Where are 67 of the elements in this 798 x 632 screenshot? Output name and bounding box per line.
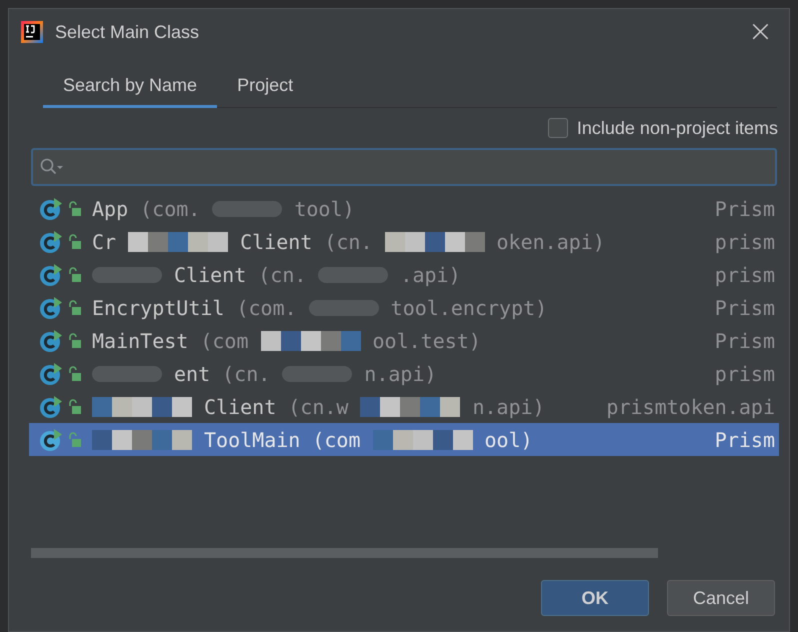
package-name: (com [200,328,248,352]
package-name: (com. [140,196,200,220]
package-name: (cn. [324,230,373,254]
module-name: Prism [714,328,776,352]
list-item[interactable]: ent (cn. n.api) prism [29,357,779,390]
close-button[interactable]: × [744,17,777,47]
blurred-redaction [282,366,352,382]
window-title: Select Main Class [55,22,200,42]
module-name: prismtoken.api [606,394,776,418]
class-name: Client [240,230,312,254]
search-icon [39,157,65,177]
package-name: .api) [400,262,461,286]
app-logo-icon [21,21,43,43]
search-field[interactable] [31,148,777,186]
checkbox[interactable] [548,118,568,138]
list-item[interactable]: Client (cn.w n.api) prismtoken.api [29,390,779,423]
list-item[interactable]: ToolMain (com ool) Prism [29,423,779,456]
lock-icon [68,234,82,250]
package-name: n.api) [472,394,545,418]
package-name: ool.test) [372,328,481,352]
lock-icon [68,432,82,448]
package-name: n.api) [364,362,437,386]
blurred-redaction [92,366,162,382]
blurred-redaction [212,200,282,216]
lock-icon [68,398,82,414]
list-item[interactable]: Client (cn. .api) prism [29,258,779,291]
blurred-redaction [92,266,162,282]
checkbox-label: Include non-project items [576,118,778,138]
blurred-redaction [308,300,379,316]
class-name: App [92,196,128,220]
package-name: (cn.w [288,394,348,418]
module-name: Prism [714,296,776,320]
module-name: Prism [714,428,776,452]
package-name: tool) [294,196,355,220]
package-name: (cn. [258,262,306,286]
lock-icon [68,366,82,382]
class-name: EncryptUtil [92,296,224,320]
list-item[interactable]: EncryptUtil (com. tool.encrypt) Prism [29,291,779,324]
blurred-redaction [318,266,388,282]
package-name: tool.encrypt) [390,296,548,320]
module-name: prism [714,262,776,286]
package-name: (cn. [222,362,270,386]
list-item[interactable]: Cr Client (cn. oken.api) prism [29,225,779,258]
tab[interactable]: Project [217,67,314,108]
tab[interactable]: Search by Name [43,67,218,108]
class-name: ToolMain [204,428,300,452]
package-name: (com. [236,296,297,320]
list-item[interactable]: MainTest (com ool.test) Prism [29,324,779,357]
cancel-button[interactable]: Cancel [667,580,775,616]
lock-icon [68,332,82,348]
class-name: Cr [92,230,116,254]
class-name: MainTest [92,328,188,352]
package-name: oken.api) [496,230,605,254]
module-name: prism [714,230,776,254]
scrollbar-thumb[interactable] [31,548,658,558]
package-name: ool) [484,428,533,452]
ok-button[interactable]: OK [541,580,649,616]
class-name: Client [204,394,276,418]
lock-icon [68,300,82,316]
class-name: ent [174,362,210,386]
list-item[interactable]: App (com. tool) Prism [29,192,779,225]
lock-icon [68,266,82,282]
lock-icon [68,200,82,216]
module-name: Prism [714,196,776,220]
class-name: Client [174,262,246,286]
module-name: prism [714,362,776,386]
package-name: (com [312,428,360,452]
